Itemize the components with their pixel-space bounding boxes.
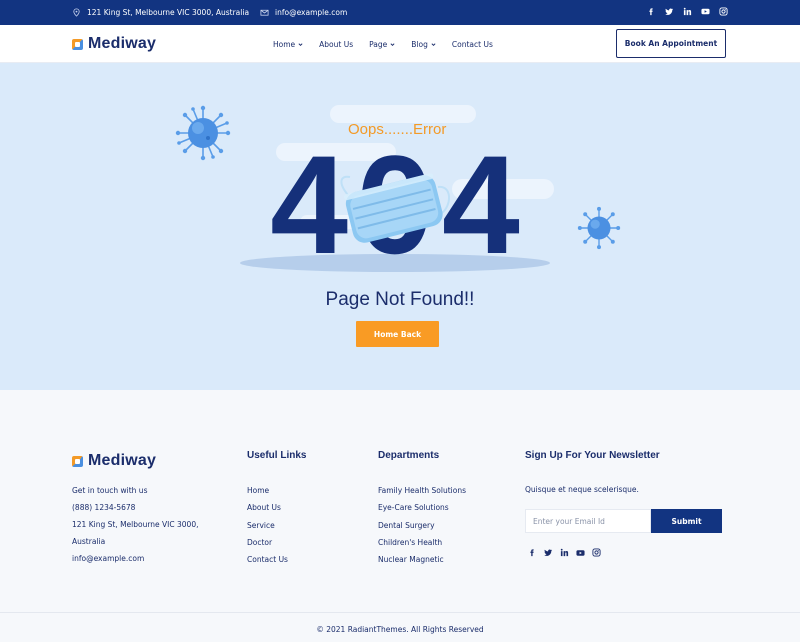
top-bar: 121 King St, Melbourne VIC 3000, Austral… <box>0 0 800 25</box>
error-hero: Oops.......Error 404 Page Not Found!! Ho… <box>0 63 800 390</box>
nav-label: Home <box>273 40 296 49</box>
nav-item-about[interactable]: About Us <box>319 40 353 49</box>
logo-icon <box>72 455 83 467</box>
nav-item-contact[interactable]: Contact Us <box>452 40 493 49</box>
book-appointment-button[interactable]: Book An Appointment <box>616 29 726 58</box>
virus-icon <box>175 105 231 161</box>
departments-title: Departments <box>378 450 440 461</box>
page-not-found-heading: Page Not Found!! <box>325 289 475 310</box>
site-footer: Mediway Get in touch with us (888) 1234-… <box>0 390 800 612</box>
department-link[interactable]: Children's Health <box>378 534 466 551</box>
copyright-text: © 2021 RadiantThemes. All Rights Reserve… <box>316 625 484 634</box>
logo-icon <box>72 38 83 50</box>
department-link[interactable]: Eye-Care Solutions <box>378 499 466 516</box>
email-info[interactable]: info@example.com <box>260 8 347 17</box>
useful-links-title: Useful Links <box>247 450 307 461</box>
twitter-icon[interactable] <box>544 548 553 557</box>
nav-item-page[interactable]: Page <box>369 40 395 49</box>
nav-label: About Us <box>319 40 354 49</box>
mail-icon <box>260 9 269 16</box>
nav-item-blog[interactable]: Blog <box>411 40 436 49</box>
nav-label: Contact Us <box>451 40 493 49</box>
topbar-email[interactable]: info@example.com <box>275 8 347 17</box>
nav-label: Blog <box>411 40 428 49</box>
instagram-icon[interactable] <box>592 548 601 557</box>
topbar-address: 121 King St, Melbourne VIC 3000, Austral… <box>87 8 250 17</box>
newsletter-email-input[interactable]: Enter your Email Id <box>525 509 651 533</box>
chevron-down-icon <box>298 43 303 47</box>
chevron-down-icon <box>390 43 395 47</box>
contact-address-line2: Australia <box>72 537 106 546</box>
twitter-icon[interactable] <box>664 6 674 16</box>
contact-phone[interactable]: (888) 1234-5678 <box>72 499 222 516</box>
main-header: Mediway Home About Us Page Blog Contact … <box>0 25 800 63</box>
chevron-down-icon <box>431 43 436 47</box>
linkedin-icon[interactable] <box>560 548 569 557</box>
face-mask-icon <box>340 173 450 243</box>
footer-contact: Get in touch with us (888) 1234-5678 121… <box>72 482 222 567</box>
contact-intro: Get in touch with us <box>72 486 148 495</box>
facebook-icon[interactable] <box>646 6 656 16</box>
newsletter-description: Quisque et neque scelerisque. <box>525 485 639 494</box>
logo-text: Mediway <box>88 35 157 52</box>
logo-text: Mediway <box>88 452 157 469</box>
useful-links-list: Home About Us Service Doctor Contact Us <box>247 482 288 568</box>
linkedin-icon[interactable] <box>682 6 692 16</box>
departments-list: Family Health Solutions Eye-Care Solutio… <box>378 482 466 568</box>
youtube-icon[interactable] <box>576 548 585 557</box>
instagram-icon[interactable] <box>718 6 728 16</box>
contact-email[interactable]: info@example.com <box>72 550 222 567</box>
newsletter-submit-button[interactable]: Submit <box>651 509 722 533</box>
home-back-button[interactable]: Home Back <box>356 321 439 347</box>
footer-link[interactable]: Service <box>247 517 288 534</box>
contact-address-line1: 121 King St, Melbourne VIC 3000, <box>72 520 199 529</box>
department-link[interactable]: Nuclear Magnetic <box>378 551 466 568</box>
site-logo[interactable]: Mediway <box>72 35 156 53</box>
youtube-icon[interactable] <box>700 6 710 16</box>
footer-logo[interactable]: Mediway <box>72 452 156 470</box>
newsletter-title: Sign Up For Your Newsletter <box>525 450 660 461</box>
department-link[interactable]: Dental Surgery <box>378 517 466 534</box>
department-link[interactable]: Family Health Solutions <box>378 482 466 499</box>
footer-link[interactable]: About Us <box>247 499 288 516</box>
main-nav: Home About Us Page Blog Contact Us <box>273 40 493 49</box>
virus-icon <box>577 206 621 250</box>
topbar-social-links <box>646 6 728 16</box>
footer-link[interactable]: Home <box>247 482 288 499</box>
footer-link[interactable]: Contact Us <box>247 551 288 568</box>
nav-label: Page <box>369 40 388 49</box>
facebook-icon[interactable] <box>528 548 537 557</box>
footer-social-links <box>528 548 601 557</box>
address-info: 121 King St, Melbourne VIC 3000, Austral… <box>72 8 249 17</box>
nav-item-home[interactable]: Home <box>273 40 303 49</box>
footer-link[interactable]: Doctor <box>247 534 288 551</box>
copyright-bar: © 2021 RadiantThemes. All Rights Reserve… <box>0 612 800 642</box>
location-pin-icon <box>73 8 80 17</box>
